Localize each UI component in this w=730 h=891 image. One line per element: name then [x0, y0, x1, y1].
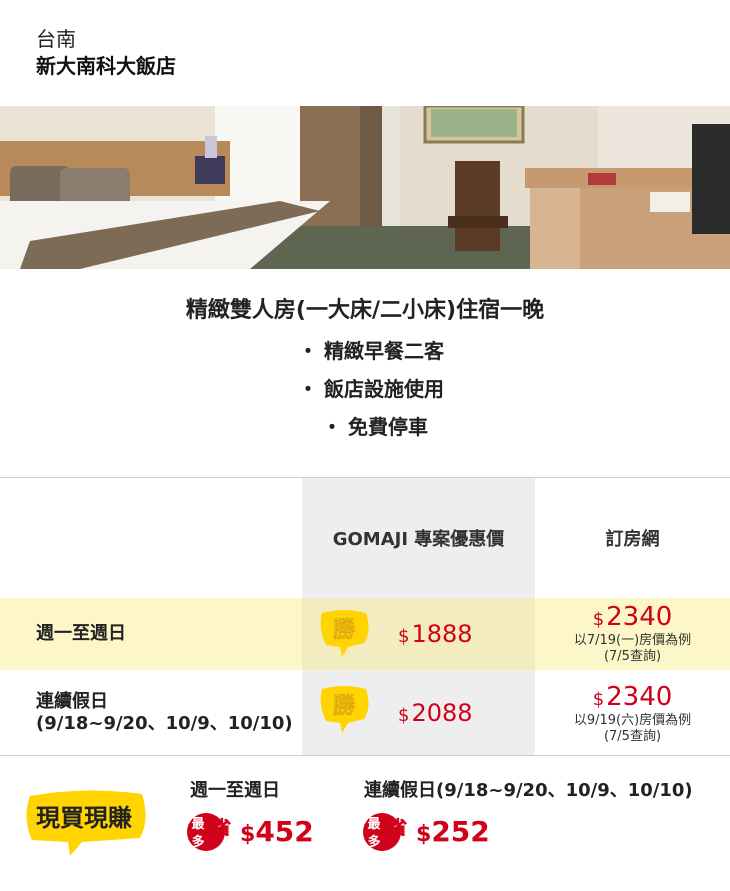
currency-symbol: $	[398, 704, 410, 726]
package-item-label: 飯店設施使用	[324, 377, 444, 401]
bullet: ・	[298, 377, 318, 401]
room-photo	[0, 106, 730, 269]
save-badge-main: 省	[212, 817, 231, 838]
win-badge-text: 勝	[333, 693, 356, 718]
max-save-badge-icon: 最 多 省	[187, 813, 231, 851]
summary-saving: 最 多 省 $252	[362, 808, 490, 854]
row-label-weekday: 週一至週日	[36, 623, 126, 644]
booking-query-date: (7/5查詢)	[603, 728, 662, 744]
buy-now-save-badge: 現買現賺	[22, 786, 150, 862]
win-badge: 勝	[316, 604, 372, 662]
package-item: ・飯店設施使用	[12, 370, 730, 408]
package-item: ・精緻早餐二客	[12, 332, 730, 370]
summary-label-weekday: 週一至週日	[190, 780, 280, 801]
currency-symbol: $	[416, 821, 432, 847]
table-row: 連續假日 (9/18~9/20、10/9、10/10)	[36, 670, 293, 755]
table-row: 週一至週日	[36, 598, 126, 670]
gomaji-price: $1888	[398, 598, 473, 670]
hotel-header: 台南 新大南科大飯店	[36, 26, 176, 80]
buy-now-save-text: 現買現賺	[36, 804, 132, 832]
booking-price: $2340 以7/19(一)房價為例 (7/5查詢)	[535, 600, 730, 668]
currency-symbol: $	[592, 688, 605, 710]
max-save-badge-icon: 最 多 省	[363, 813, 407, 851]
speech-bubble-icon: 現買現賺	[26, 790, 146, 856]
win-badge: 勝	[316, 680, 372, 738]
currency-symbol: $	[240, 821, 256, 847]
package-item-label: 精緻早餐二客	[324, 339, 444, 363]
currency-symbol: $	[398, 626, 410, 647]
booking-site-header: 訂房網	[535, 478, 730, 598]
bullet: ・	[322, 415, 342, 439]
gomaji-header-label: GOMAJI 專案優惠價	[332, 529, 505, 550]
win-badge-icon: 勝	[320, 610, 369, 657]
room-photo-illustration	[0, 106, 730, 269]
package-description: 精緻雙人房(一大床/二小床)住宿一晚 ・精緻早餐二客 ・飯店設施使用 ・免費停車	[0, 290, 730, 446]
gomaji-price-value: 1888	[411, 620, 473, 648]
save-badge-bottom: 多	[191, 834, 204, 849]
save-badge-main: 省	[388, 817, 407, 838]
city-name: 台南	[36, 27, 76, 51]
table-divider	[0, 755, 730, 756]
currency-symbol: $	[592, 608, 605, 630]
save-badge-top: 最	[191, 816, 205, 831]
gomaji-price: $2088	[398, 670, 473, 755]
package-item: ・免費停車	[20, 408, 730, 446]
package-item-label: 免費停車	[348, 415, 428, 439]
booking-query-date: (7/5查詢)	[603, 648, 662, 664]
gomaji-price-value: 2088	[411, 698, 473, 727]
row-label-holiday: 連續假日	[36, 690, 108, 712]
booking-price-value: 2340	[606, 681, 673, 712]
save-badge-bottom: 多	[367, 834, 380, 849]
gomaji-price-header: GOMAJI 專案優惠價	[302, 478, 535, 598]
saving-amount: 252	[431, 814, 490, 848]
booking-price: $2340 以9/19(六)房價為例 (7/5查詢)	[535, 680, 730, 748]
booking-price-note: 以9/19(六)房價為例	[573, 712, 692, 728]
win-badge-icon: 勝	[320, 686, 369, 733]
booking-header-label: 訂房網	[605, 529, 660, 550]
win-badge-text: 勝	[333, 617, 356, 642]
package-title: 精緻雙人房(一大床/二小床)住宿一晚	[185, 298, 545, 323]
summary-saving: 最 多 省 $452	[186, 808, 314, 854]
row-label-holiday-dates: (9/18~9/20、10/9、10/10)	[36, 712, 293, 734]
saving-amount: 452	[255, 814, 314, 848]
bullet: ・	[298, 339, 318, 363]
booking-price-note: 以7/19(一)房價為例	[573, 632, 692, 648]
hotel-name: 新大南科大飯店	[36, 54, 176, 78]
summary-label-holiday: 連續假日(9/18~9/20、10/9、10/10)	[364, 780, 693, 801]
booking-price-value: 2340	[606, 601, 673, 632]
save-badge-top: 最	[367, 816, 381, 831]
